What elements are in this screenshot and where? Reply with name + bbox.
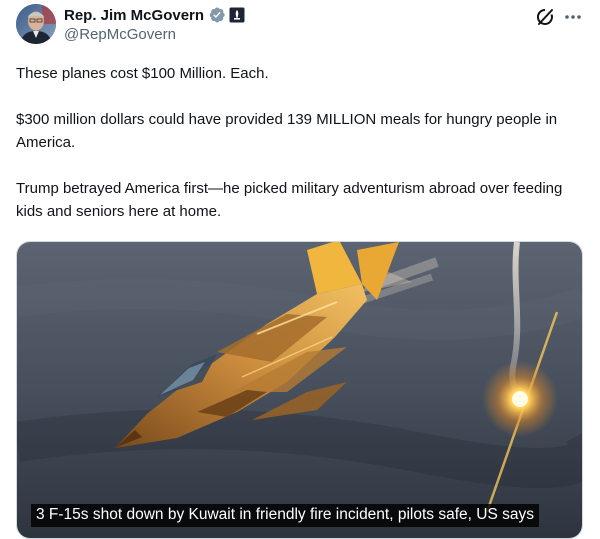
name-row: Rep. Jim McGovern	[64, 5, 245, 25]
tweet-paragraph: Trump betrayed America first—he picked m…	[16, 180, 563, 220]
tweet-paragraph: These planes cost $100 Million. Each.	[16, 65, 269, 82]
more-options-icon[interactable]	[562, 7, 584, 27]
verified-badge-icon[interactable]	[208, 6, 226, 24]
media-caption: 3 F-15s shot down by Kuwait in friendly …	[31, 504, 539, 527]
display-name[interactable]: Rep. Jim McGovern	[64, 7, 204, 24]
author-block: Rep. Jim McGovern @RepMcGovern	[64, 5, 245, 46]
media-image[interactable]: 3 F-15s shot down by Kuwait in friendly …	[16, 241, 583, 539]
author-handle[interactable]: @RepMcGovern	[64, 26, 245, 46]
government-badge-icon[interactable]	[229, 7, 245, 23]
tweet-paragraph: $300 million dollars could have provided…	[16, 111, 558, 151]
author-avatar[interactable]	[16, 4, 56, 44]
tweet-card: Rep. Jim McGovern @RepMcGovern These pla…	[0, 0, 600, 539]
grok-icon[interactable]	[535, 7, 555, 27]
fighter-jet-photo	[17, 242, 582, 538]
tweet-text: These planes cost $100 Million. Each. $3…	[16, 62, 586, 223]
